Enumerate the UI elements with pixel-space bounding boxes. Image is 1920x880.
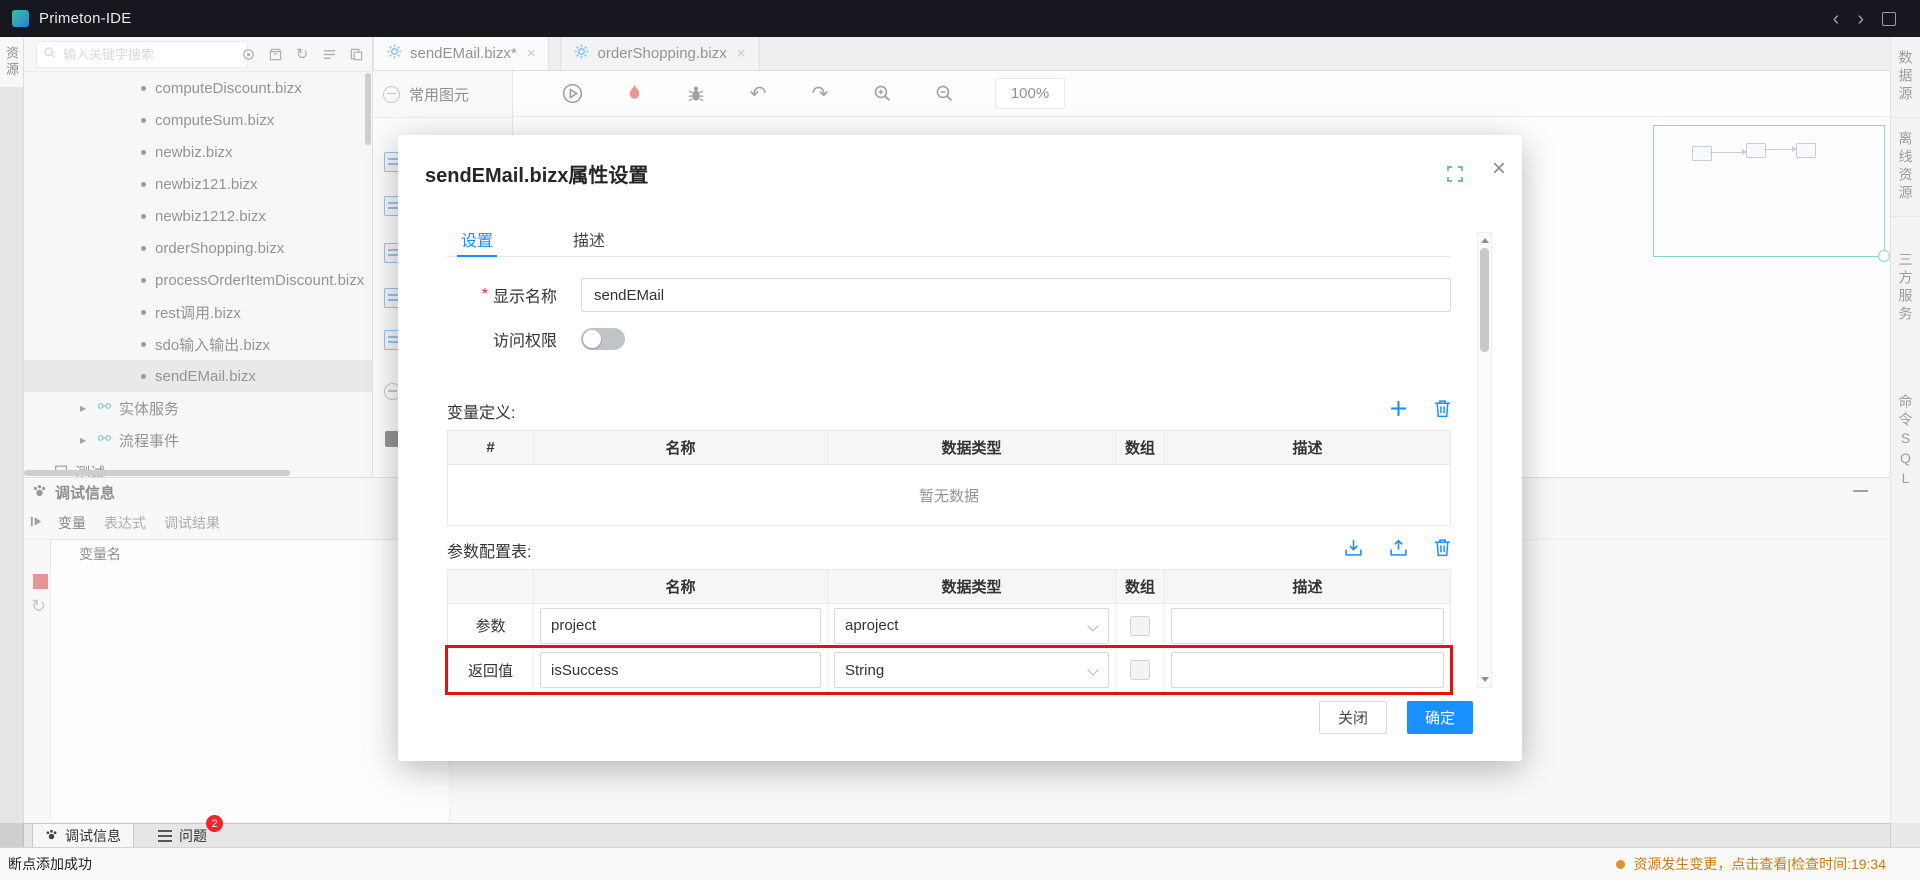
- bottom-tab-problems[interactable]: 问题 2: [146, 824, 219, 847]
- params-section-actions: [1344, 537, 1451, 563]
- toggle-knob: [583, 330, 601, 348]
- delete-param-icon[interactable]: [1434, 538, 1451, 562]
- scroll-down-icon[interactable]: [1481, 677, 1489, 682]
- window-controls: ‹ ›: [1833, 0, 1896, 37]
- dialog-scrollbar[interactable]: [1477, 232, 1492, 688]
- variables-col-type: 数据类型: [828, 431, 1116, 465]
- param-type-value: String: [845, 662, 884, 679]
- restore-window-icon[interactable]: [1882, 12, 1896, 26]
- app-window: Primeton-IDE ‹ › 资源: [0, 0, 1920, 880]
- display-name-label-text: 显示名称: [493, 283, 557, 307]
- nav-back-icon[interactable]: ‹: [1833, 9, 1840, 29]
- dialog-tabs: 设置 描述: [447, 223, 1451, 257]
- bottom-tab-debug[interactable]: 调试信息: [32, 824, 134, 847]
- scrollbar-thumb[interactable]: [1480, 248, 1489, 352]
- param-type-value: aproject: [845, 617, 898, 634]
- delete-variable-icon[interactable]: [1434, 399, 1451, 423]
- empty-data-text: 暂无数据: [448, 465, 1450, 525]
- param-desc-input[interactable]: [1171, 652, 1444, 688]
- status-notice[interactable]: 资源发生变更，点击查看|检查时间:19:34: [1616, 848, 1886, 880]
- required-asterisk: *: [482, 286, 488, 304]
- tab-settings[interactable]: 设置: [457, 223, 497, 257]
- params-col-type: 数据类型: [828, 570, 1116, 604]
- array-checkbox[interactable]: [1130, 616, 1150, 636]
- param-name-input[interactable]: [540, 652, 821, 688]
- add-variable-icon[interactable]: [1389, 399, 1408, 423]
- problems-count-badge: 2: [206, 815, 223, 832]
- close-button[interactable]: 关闭: [1319, 701, 1387, 734]
- params-section: 参数配置表:: [447, 537, 1451, 563]
- params-table-header: 名称 数据类型 数组 描述: [448, 570, 1450, 604]
- params-col-array: 数组: [1116, 570, 1165, 604]
- params-table: 名称 数据类型 数组 描述 参数 aproject 返回值: [447, 569, 1451, 693]
- dialog-close-icon[interactable]: ×: [1492, 157, 1506, 181]
- variables-col-index: #: [448, 431, 534, 465]
- nav-forward-icon[interactable]: ›: [1857, 9, 1864, 29]
- param-type-select[interactable]: aproject: [834, 608, 1109, 644]
- change-dot-icon: [1616, 860, 1625, 869]
- status-notice-text: 资源发生变更，点击查看|检查时间:19:34: [1633, 854, 1886, 874]
- bottom-tab-label: 调试信息: [65, 826, 121, 846]
- params-col-desc: 描述: [1165, 570, 1450, 604]
- param-row: 参数 aproject: [448, 604, 1450, 648]
- status-message: 断点添加成功: [8, 848, 92, 880]
- properties-dialog: sendEMail.bizx属性设置 × 设置 描述 * 显示名称 访问权限 变量…: [398, 135, 1522, 761]
- variables-col-array: 数组: [1116, 431, 1165, 465]
- param-kind-label: 参数: [448, 604, 534, 648]
- param-name-input[interactable]: [540, 608, 821, 644]
- bottom-tab-label: 问题: [179, 826, 207, 846]
- params-col-kind: [448, 570, 534, 604]
- fullscreen-icon[interactable]: [1446, 165, 1464, 183]
- app-title: Primeton-IDE: [39, 10, 131, 27]
- debug-paw-icon: [45, 828, 58, 844]
- access-row: 访问权限: [447, 326, 1451, 352]
- params-col-name: 名称: [534, 570, 828, 604]
- chevron-down-icon: [1087, 620, 1098, 631]
- statusbar: 断点添加成功 资源发生变更，点击查看|检查时间:19:34: [0, 847, 1920, 880]
- array-checkbox[interactable]: [1130, 660, 1150, 680]
- param-type-select[interactable]: String: [834, 652, 1109, 688]
- dialog-footer: 关闭 确定: [1319, 701, 1473, 734]
- access-toggle[interactable]: [581, 328, 625, 350]
- params-section-title: 参数配置表:: [447, 538, 531, 562]
- variables-section-actions: [1389, 398, 1451, 424]
- confirm-button[interactable]: 确定: [1407, 701, 1473, 734]
- display-name-input[interactable]: [581, 278, 1451, 312]
- display-name-row: * 显示名称: [447, 278, 1451, 312]
- list-icon: [158, 830, 172, 842]
- titlebar: Primeton-IDE ‹ ›: [0, 0, 1920, 37]
- bottom-tab-strip: 调试信息 问题 2: [24, 823, 1890, 847]
- scroll-up-icon[interactable]: [1481, 238, 1489, 243]
- import-icon[interactable]: [1344, 538, 1363, 562]
- variables-col-desc: 描述: [1165, 431, 1450, 465]
- export-icon[interactable]: [1389, 538, 1408, 562]
- dialog-title: sendEMail.bizx属性设置: [425, 159, 648, 188]
- param-kind-label: 返回值: [448, 648, 534, 692]
- variables-section: 变量定义:: [447, 398, 1451, 424]
- app-logo-icon: [12, 10, 29, 27]
- variables-col-name: 名称: [534, 431, 828, 465]
- param-desc-input[interactable]: [1171, 608, 1444, 644]
- display-name-label: * 显示名称: [447, 278, 557, 312]
- return-value-row-highlighted: 返回值 String: [448, 648, 1450, 692]
- tab-description[interactable]: 描述: [569, 223, 609, 257]
- access-label: 访问权限: [447, 326, 557, 352]
- chevron-down-icon: [1087, 664, 1098, 675]
- variables-table-header: # 名称 数据类型 数组 描述: [448, 431, 1450, 465]
- variables-table: # 名称 数据类型 数组 描述 暂无数据: [447, 430, 1451, 526]
- variables-section-title: 变量定义:: [447, 399, 515, 423]
